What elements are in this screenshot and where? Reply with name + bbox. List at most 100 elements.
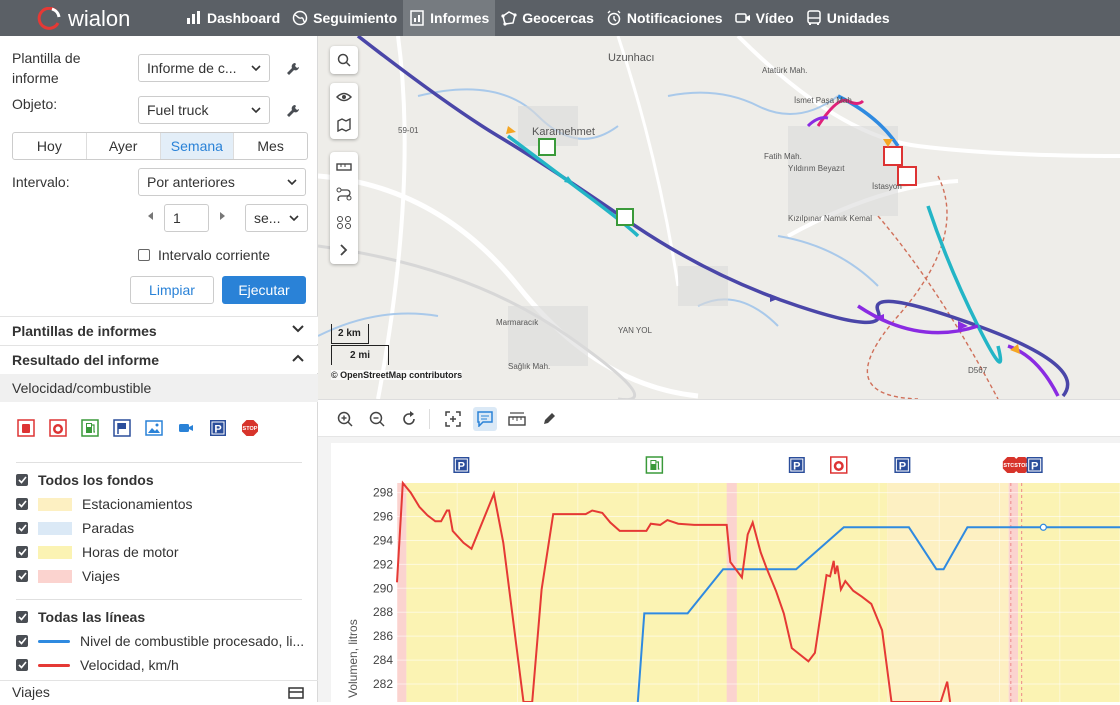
current-interval-option[interactable]: Intervalo corriente [138,247,270,263]
all-lines-option[interactable]: Todas las líneas [16,609,145,625]
clear-button[interactable]: Limpiar [130,276,214,304]
stop-toggle[interactable]: STOP [240,418,260,438]
crop-plus-icon [445,411,461,427]
route-button[interactable] [330,180,358,208]
fuel-drain-toggle[interactable] [16,418,36,438]
y-tick-label: 296 [373,510,393,524]
period-mes[interactable]: Mes [234,133,307,159]
flag-toggle[interactable] [112,418,132,438]
interval-count-input[interactable]: 1 [164,204,209,232]
zoom-in-button[interactable] [333,407,357,431]
background-option-2[interactable]: Horas de motor [16,544,178,560]
map-layers-button[interactable] [330,111,358,139]
nav-informes[interactable]: Informes [403,0,496,36]
checkbox[interactable] [16,570,28,582]
check-icon [17,613,27,621]
chevron-left-icon[interactable] [148,212,154,220]
event-parking[interactable]: P [894,457,911,473]
map-search-tool[interactable] [330,46,358,74]
template-select-value: Informe de c... [147,60,237,76]
reset-zoom-button[interactable] [397,407,421,431]
line-option-0[interactable]: Nivel de combustible procesado, li... [16,633,304,649]
y-tick-label: 286 [373,629,393,643]
visibility-button[interactable] [330,83,358,111]
chart-toolbar [318,399,1120,437]
nav-vdeo[interactable]: Vídeo [729,0,800,36]
check-icon [17,661,27,669]
period-semana[interactable]: Semana [160,133,235,159]
template-select[interactable]: Informe de c... [138,54,270,82]
band-horas-de-motor [406,483,888,702]
fuel-sensor-icon [49,419,67,437]
background-option-0[interactable]: Estacionamientos [16,496,193,512]
table-icon[interactable] [288,687,304,699]
nav-label: Notificaciones [626,10,723,26]
expand-tools-button[interactable] [330,236,358,264]
tooltip-toggle-button[interactable] [473,407,497,431]
nav-notificaciones[interactable]: Notificaciones [600,0,729,36]
result-item-speed-fuel[interactable]: Velocidad/combustible [0,374,318,402]
map-view[interactable]: Uzunhacı Karamehmet Atatürk Mah. İsmet Paşa… [318,36,1120,399]
nav-seguimiento[interactable]: Seguimiento [286,0,403,36]
line-swatch [38,663,70,667]
ruler-button[interactable] [330,152,358,180]
interval-select[interactable]: Por anteriores [138,168,306,196]
chevron-right-icon[interactable] [220,212,226,220]
templates-section-header[interactable]: Plantillas de informes [0,316,318,344]
background-option-3[interactable]: Viajes [16,568,120,584]
chart-panel[interactable]: 282 284 286 288 290 292 294 296 298 Volumen, litr… [331,443,1120,703]
zoom-out-button[interactable] [365,407,389,431]
parking-icon: P [453,457,470,473]
nav-geocercas[interactable]: Geocercas [495,0,600,36]
checkbox[interactable] [16,611,28,623]
fuel-sensor-toggle[interactable] [48,418,68,438]
checkbox[interactable] [16,474,28,486]
result-section-header[interactable]: Resultado del informe [0,345,318,373]
line-option-1[interactable]: Velocidad, km/h [16,657,179,673]
period-ayer[interactable]: Ayer [87,133,161,159]
map-place-label: Kızılpınar Namık Kemal [788,214,873,223]
object-label: Objeto: [12,96,58,112]
background-option-1[interactable]: Paradas [16,520,134,536]
checkbox[interactable] [16,522,28,534]
event-parking[interactable]: P [453,457,470,473]
image-toggle[interactable] [144,418,164,438]
video-toggle[interactable] [176,418,196,438]
object-select[interactable]: Fuel truck [138,96,270,124]
current-interval-checkbox[interactable] [138,249,150,261]
event-fuel-station[interactable] [645,456,664,474]
speed-fuel-chart[interactable]: 282 284 286 288 290 292 294 296 298 Volumen, litr… [331,443,1120,703]
svg-text:P: P [899,461,906,473]
hover-point [1039,523,1047,531]
checkbox[interactable] [16,546,28,558]
nav-unidades[interactable]: Unidades [800,0,896,36]
svg-text:P: P [793,461,800,473]
wialon-logo[interactable]: wialon [36,6,130,32]
fuel-station-toggle[interactable] [80,418,100,438]
run-button[interactable]: Ejecutar [222,276,306,304]
checkbox[interactable] [16,498,28,510]
background-swatch [38,497,72,511]
nav-dashboard[interactable]: Dashboard [180,0,286,36]
event-parking[interactable]: P [788,457,805,473]
wrench-icon[interactable] [286,62,300,76]
interval-label: Intervalo: [12,174,70,190]
checkbox[interactable] [16,659,28,671]
checkbox[interactable] [16,635,28,647]
fuel-sensor-icon [830,456,848,474]
object-select-value: Fuel truck [147,102,209,118]
interval-unit-select[interactable]: se... [245,204,308,232]
y-tick-label: 284 [373,653,393,667]
all-backgrounds-option[interactable]: Todos los fondos [16,472,154,488]
parking-toggle[interactable]: P [208,418,228,438]
wrench-icon[interactable] [286,104,300,118]
period-hoy[interactable]: Hoy [13,133,87,159]
event-parking[interactable]: P [1026,457,1043,473]
edit-button[interactable] [537,407,561,431]
event-fuel-sensor[interactable] [830,456,848,474]
path-button[interactable] [330,208,358,236]
fit-button[interactable] [441,407,465,431]
geofence-icon [501,11,517,26]
measure-button[interactable] [505,407,529,431]
trips-section-header[interactable]: Viajes [0,680,318,702]
